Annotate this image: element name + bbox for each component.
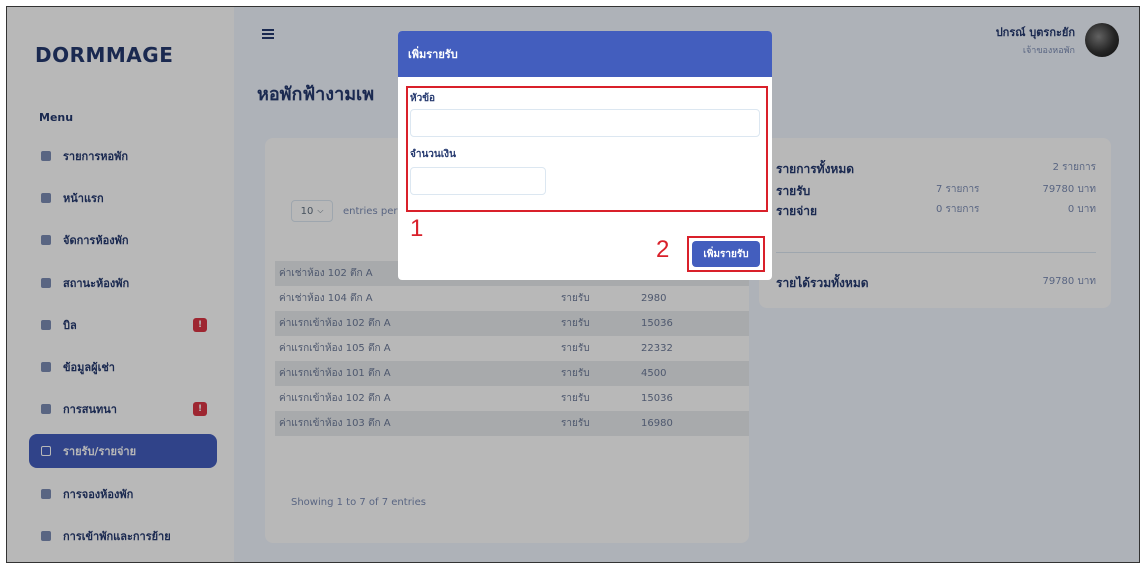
- annotation-number-2: 2: [656, 236, 670, 263]
- highlight-box-fields: [406, 86, 768, 212]
- annotation-number-1: 1: [410, 215, 424, 242]
- app-window: DORMMAGE Menu รายการหอพัก หน้าแรก จัดการ…: [6, 6, 1140, 563]
- add-income-button[interactable]: เพิ่มรายรับ: [692, 241, 760, 267]
- modal-title: เพิ่มรายรับ: [398, 31, 772, 77]
- add-income-modal: เพิ่มรายรับ หัวข้อ จำนวนเงิน 1 2 เพิ่มรา…: [398, 31, 772, 280]
